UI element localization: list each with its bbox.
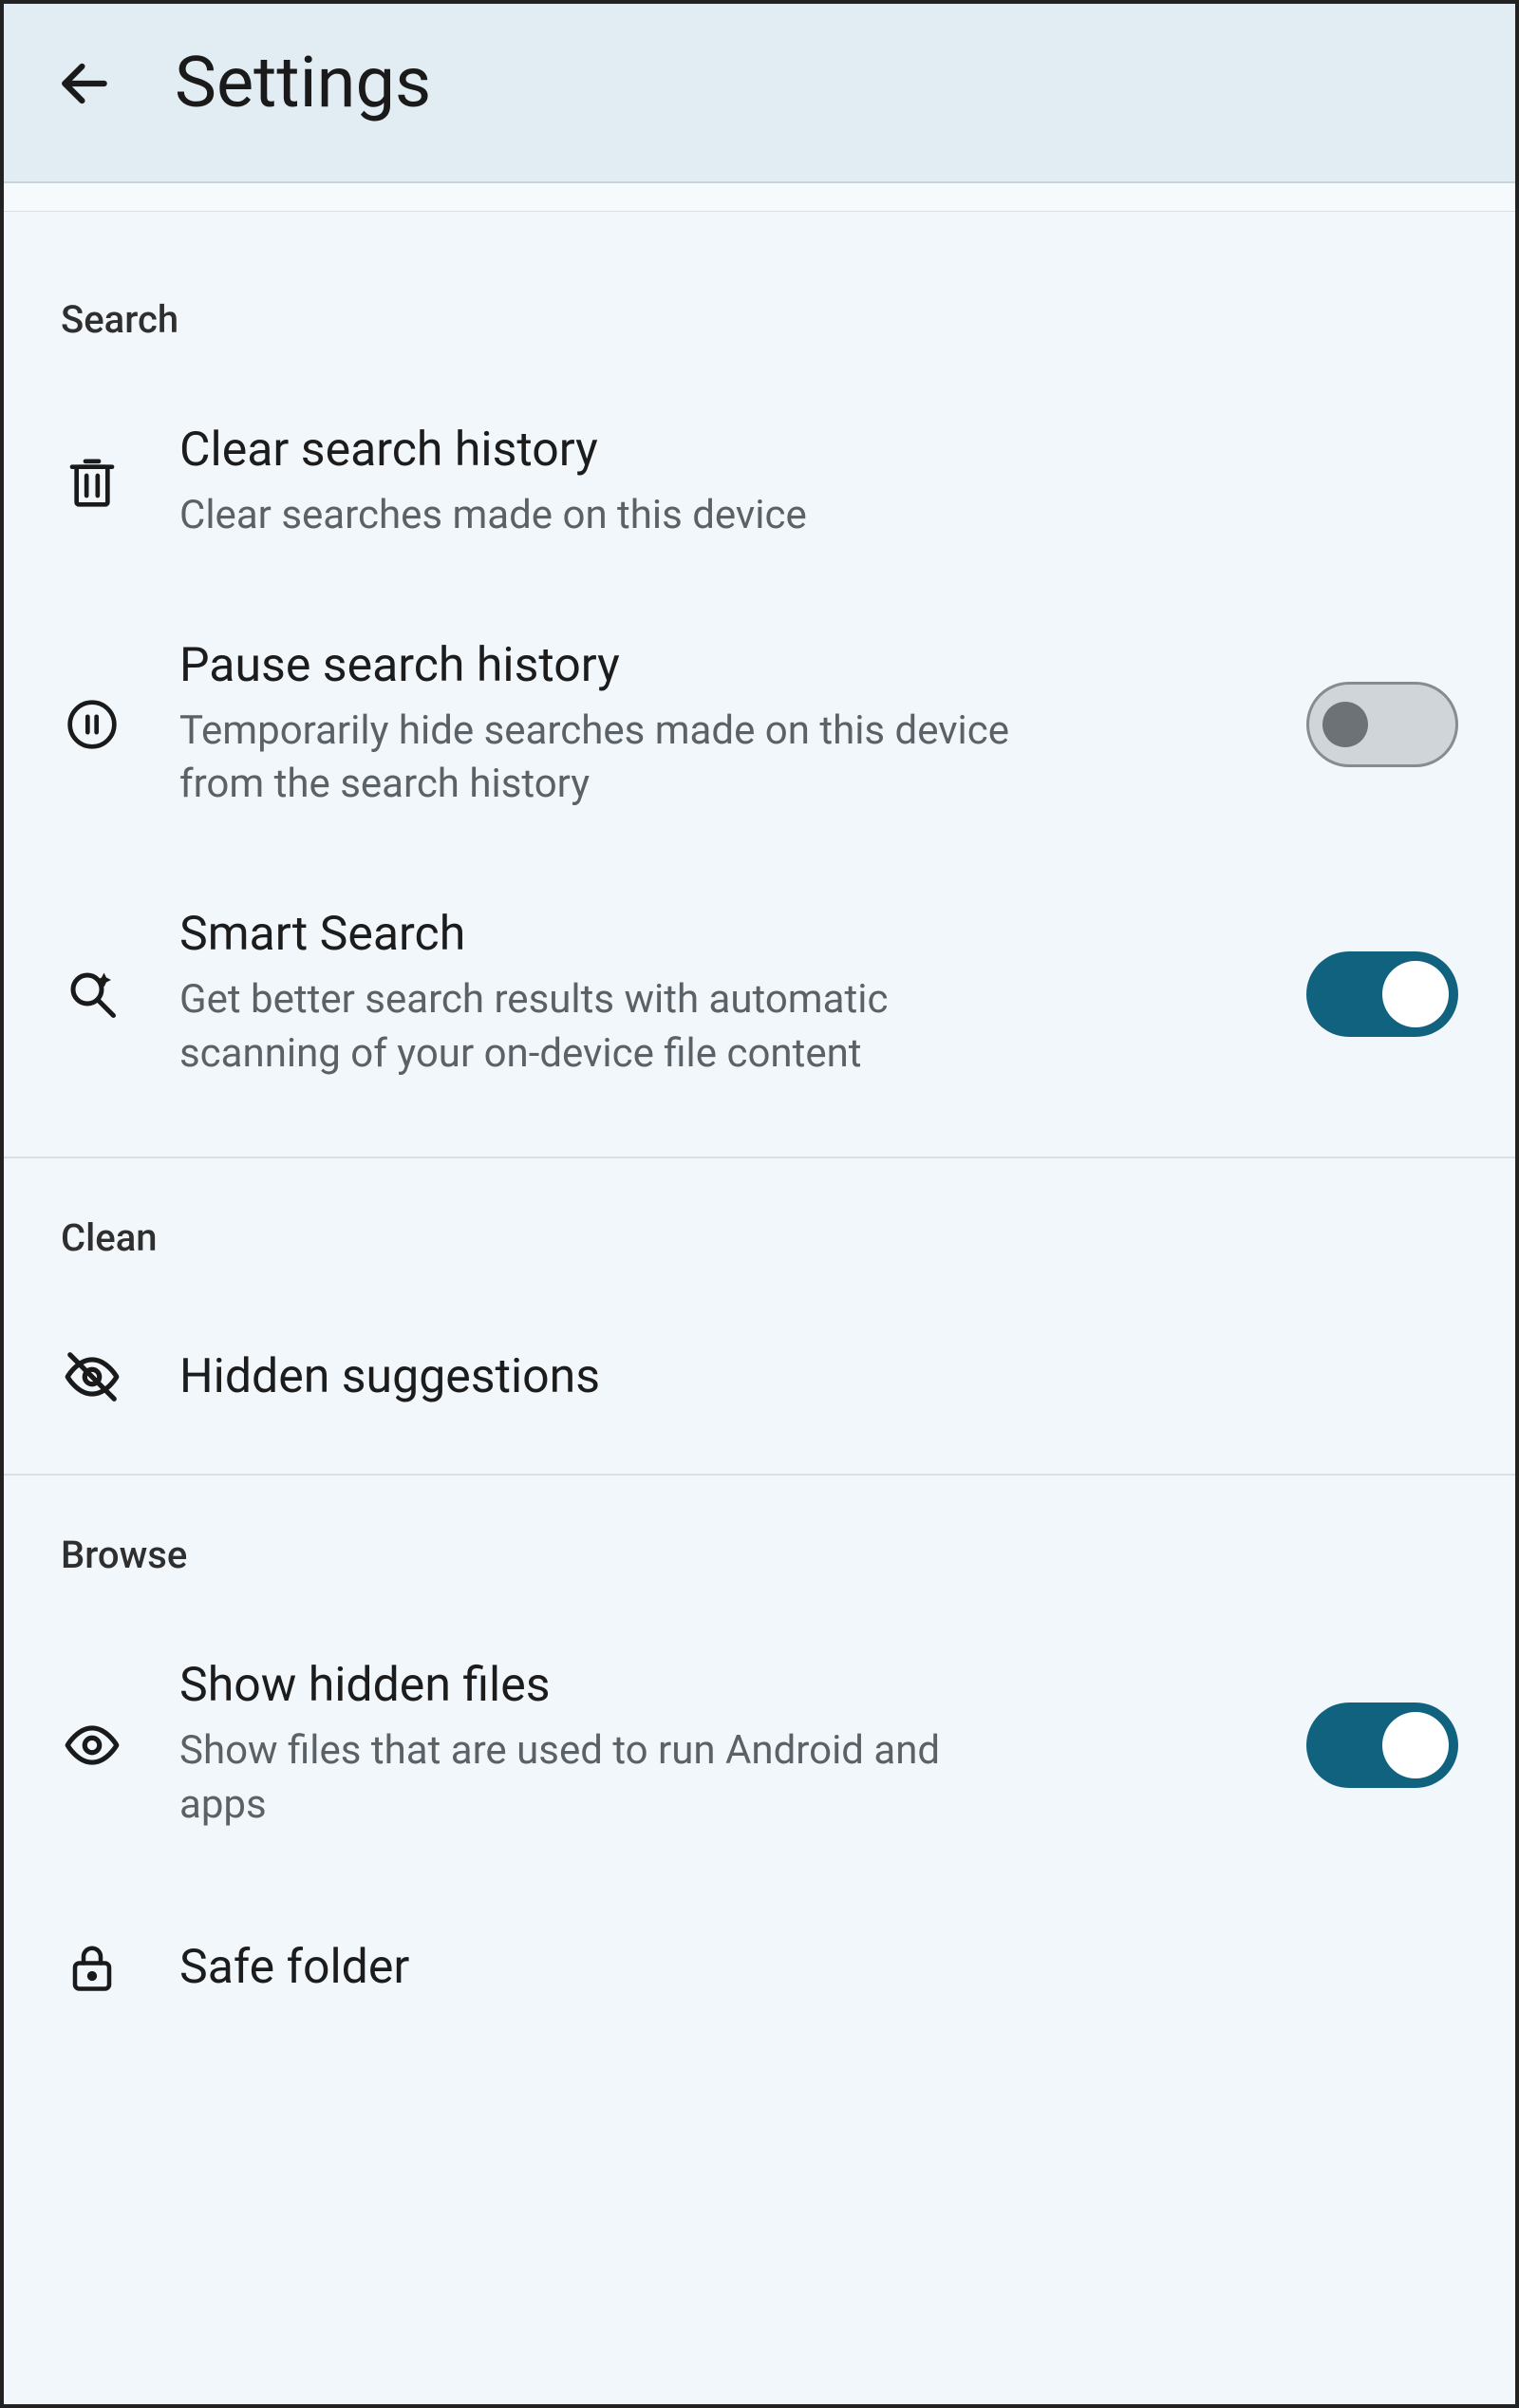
- eye-icon: [56, 1710, 127, 1781]
- arrow-left-icon: [55, 54, 114, 113]
- row-title: Clear search history: [179, 423, 1477, 478]
- trash-icon: [56, 447, 127, 518]
- row-subtitle: Temporarily hide searches made on this d…: [179, 705, 1034, 812]
- row-subtitle: Show files that are used to run Android …: [179, 1724, 1034, 1832]
- section-header-browse: Browse: [4, 1504, 1515, 1625]
- row-title: Smart Search: [179, 907, 1254, 962]
- toggle-show-hidden-files[interactable]: [1306, 1703, 1458, 1788]
- row-hidden-suggestions[interactable]: Hidden suggestions: [4, 1307, 1515, 1455]
- row-text: Clear search history Clear searches made…: [179, 423, 1477, 543]
- row-text: Pause search history Temporarily hide se…: [179, 638, 1254, 812]
- row-text: Hidden suggestions: [179, 1349, 1477, 1404]
- row-text: Safe folder: [179, 1940, 1477, 1995]
- toggle-knob: [1382, 961, 1449, 1027]
- row-subtitle: Get better search results with automatic…: [179, 973, 1034, 1081]
- section-header-clean: Clean: [4, 1187, 1515, 1307]
- row-title: Safe folder: [179, 1940, 1477, 1995]
- section-search: Search Clear search history Clear search…: [4, 212, 1515, 1158]
- lock-icon: [56, 1932, 127, 2004]
- section-browse: Browse Show hidden files Show files that…: [4, 1476, 1515, 2045]
- page-title: Settings: [175, 42, 431, 124]
- row-title: Show hidden files: [179, 1658, 1254, 1713]
- sparkle-search-icon: [56, 958, 127, 1029]
- header-bar: Settings: [4, 4, 1515, 183]
- spacer: [4, 183, 1515, 212]
- eye-off-icon: [56, 1341, 127, 1412]
- section-header-search: Search: [4, 269, 1515, 389]
- row-text: Smart Search Get better search results w…: [179, 907, 1254, 1081]
- row-smart-search[interactable]: Smart Search Get better search results w…: [4, 855, 1515, 1123]
- back-button[interactable]: [51, 50, 118, 117]
- row-title: Hidden suggestions: [179, 1349, 1477, 1404]
- row-clear-search-history[interactable]: Clear search history Clear searches made…: [4, 389, 1515, 586]
- row-title: Pause search history: [179, 638, 1254, 693]
- row-subtitle: Clear searches made on this device: [179, 489, 1034, 543]
- row-pause-search-history[interactable]: Pause search history Temporarily hide se…: [4, 586, 1515, 855]
- pause-circle-icon: [56, 689, 127, 761]
- row-safe-folder[interactable]: Safe folder: [4, 1875, 1515, 2046]
- row-show-hidden-files[interactable]: Show hidden files Show files that are us…: [4, 1625, 1515, 1874]
- toggle-knob: [1322, 702, 1368, 747]
- toggle-smart-search[interactable]: [1306, 951, 1458, 1037]
- row-text: Show hidden files Show files that are us…: [179, 1658, 1254, 1832]
- toggle-knob: [1382, 1712, 1449, 1778]
- section-clean: Clean Hidden suggestions: [4, 1158, 1515, 1476]
- toggle-pause-search-history[interactable]: [1306, 682, 1458, 767]
